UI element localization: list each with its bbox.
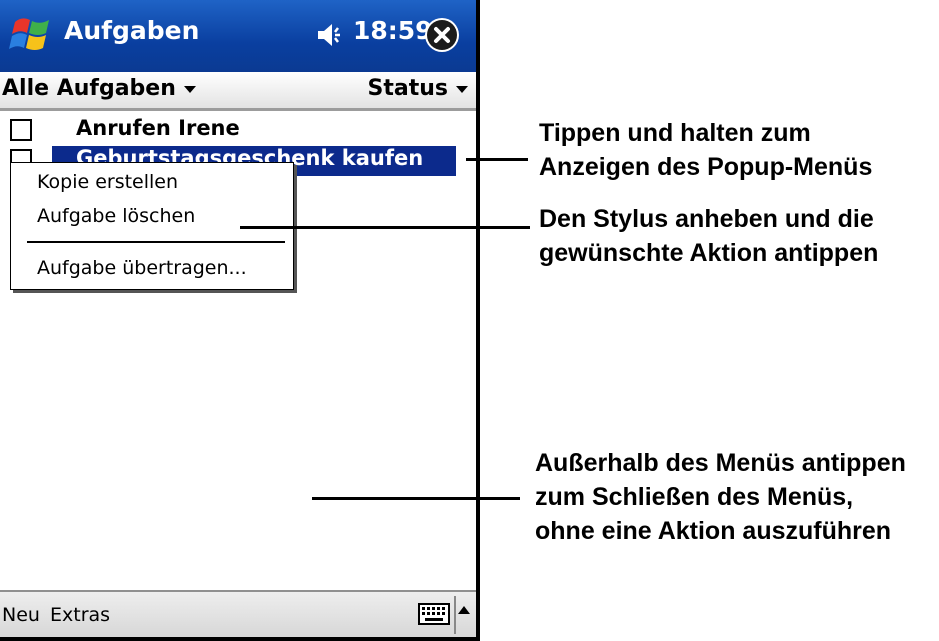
sip-divider: [454, 596, 456, 634]
chevron-down-icon: [456, 85, 468, 93]
task-label: Anrufen Irene: [76, 116, 240, 140]
callout-line: [466, 158, 528, 161]
screen-border: [0, 637, 480, 641]
callout-line-text: zum Schließen des Menüs,: [535, 483, 854, 511]
keyboard-icon[interactable]: [418, 602, 450, 626]
callout-hold: Tippen und halten zum Anzeigen des Popup…: [539, 116, 872, 184]
callout-lift: Den Stylus anheben und die gewünschte Ak…: [539, 202, 878, 270]
clock[interactable]: 18:59: [353, 16, 433, 45]
sip-up-arrow-icon[interactable]: [458, 606, 470, 614]
menu-separator: [27, 241, 285, 243]
task-checkbox[interactable]: [10, 119, 32, 141]
menu-tools[interactable]: Extras: [50, 604, 110, 626]
callout-line: [240, 226, 530, 229]
screen-border: [476, 0, 480, 641]
menu-item-copy[interactable]: Kopie erstellen: [37, 171, 178, 193]
pda-screen: Aufgaben 18:59 Alle Aufgaben Status Anru…: [0, 0, 480, 641]
callout-line-text: Den Stylus anheben und die: [539, 205, 874, 233]
sort-label: Status: [367, 76, 448, 101]
menu-item-delete[interactable]: Aufgabe löschen: [37, 205, 195, 227]
close-button[interactable]: [425, 18, 459, 52]
callout-dismiss: Außerhalb des Menüs antippen zum Schließ…: [535, 446, 906, 548]
callout-line-text: Tippen und halten zum: [539, 119, 811, 147]
windows-start-icon[interactable]: [9, 12, 55, 58]
filter-dropdown[interactable]: Alle Aufgaben: [2, 76, 196, 101]
chevron-down-icon: [183, 85, 196, 93]
callout-line-text: Anzeigen des Popup-Menüs: [539, 153, 873, 181]
app-title: Aufgaben: [64, 16, 200, 45]
sort-dropdown[interactable]: Status: [368, 76, 468, 101]
menu-bar: Neu Extras: [0, 590, 476, 639]
menu-new[interactable]: Neu: [2, 604, 40, 626]
callout-line-text: Außerhalb des Menüs antippen: [535, 449, 906, 477]
close-icon: [427, 20, 457, 50]
task-row[interactable]: Anrufen Irene: [0, 116, 476, 146]
menu-item-beam[interactable]: Aufgabe übertragen...: [37, 257, 247, 279]
callout-line: [312, 497, 520, 500]
speaker-icon[interactable]: [316, 20, 350, 50]
filter-label: Alle Aufgaben: [2, 76, 176, 101]
callout-line-text: ohne eine Aktion auszuführen: [535, 517, 892, 545]
callout-line-text: gewünschte Aktion antippen: [539, 239, 879, 267]
title-bar: Aufgaben 18:59: [0, 0, 476, 72]
list-header: Alle Aufgaben Status: [0, 72, 476, 111]
